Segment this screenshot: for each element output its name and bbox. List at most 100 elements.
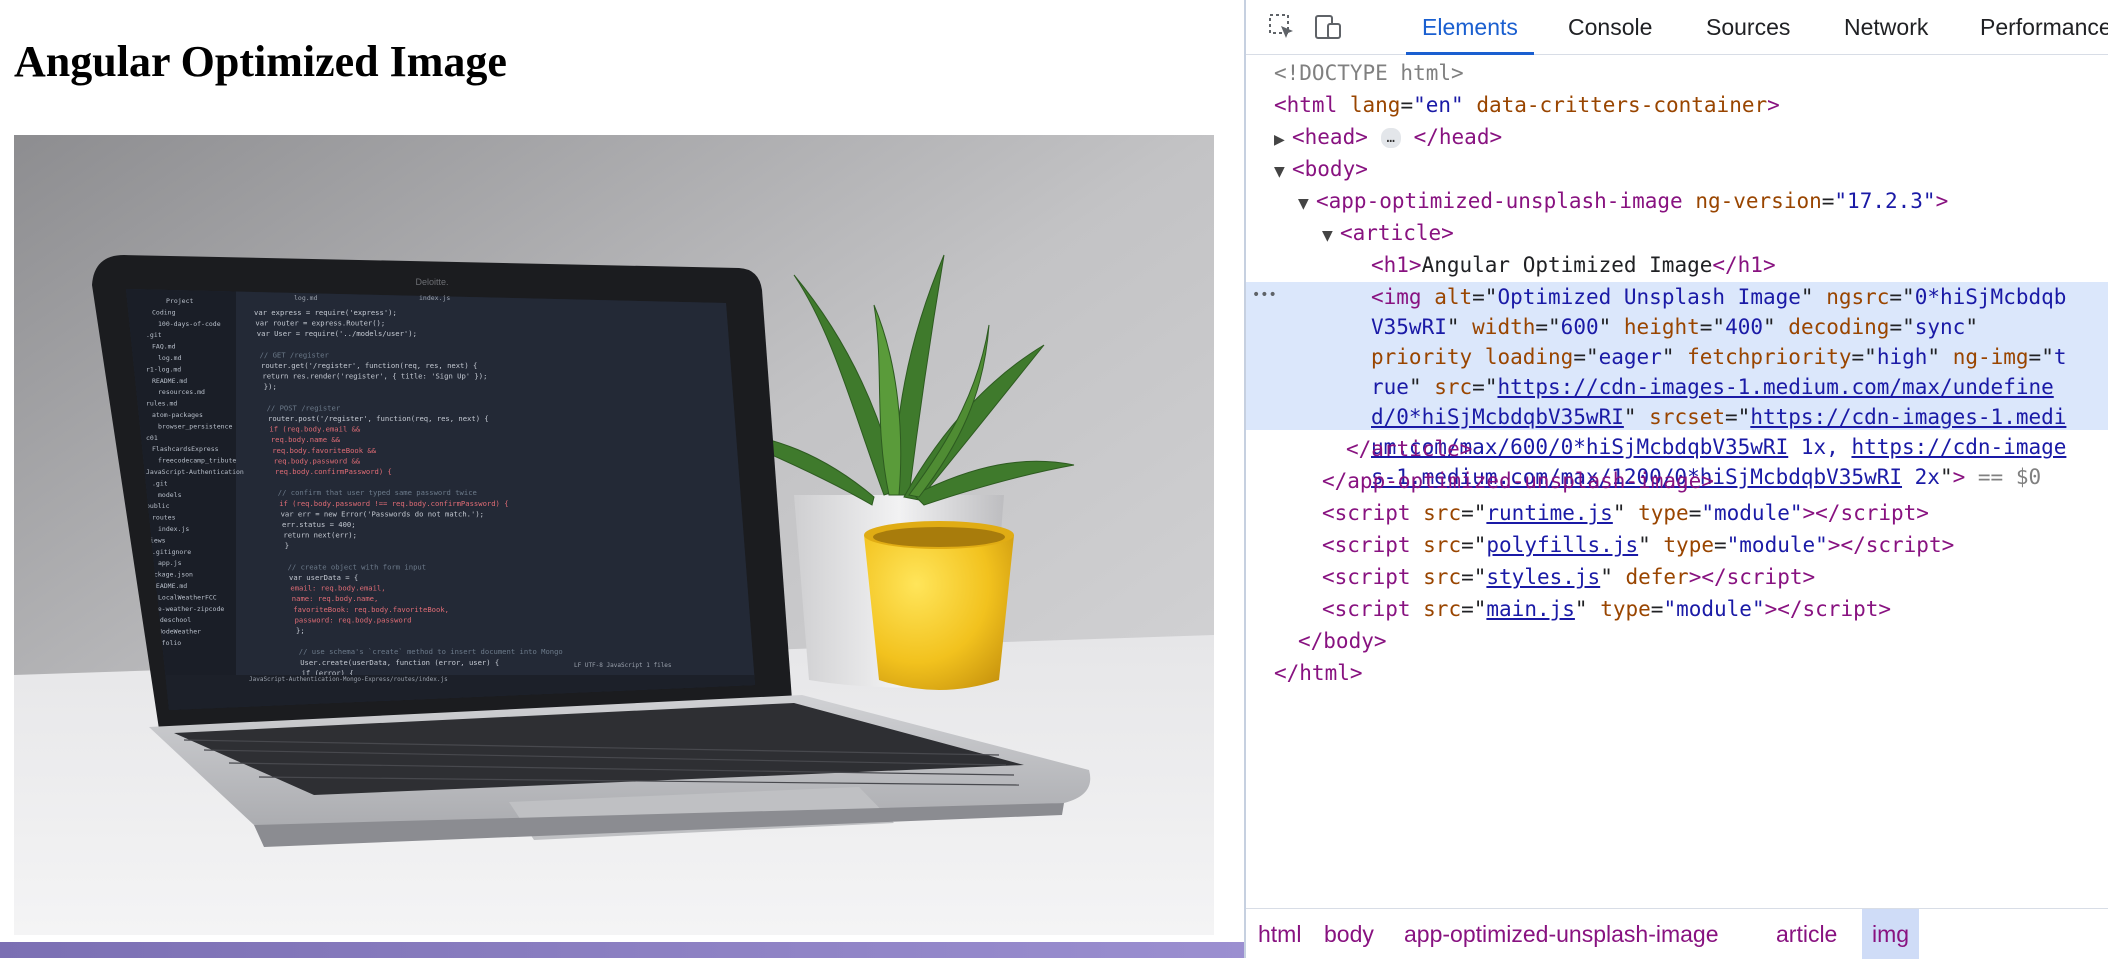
app-node[interactable]: ▼ <app-optimized-unsplash-image ng-versio… xyxy=(1298,186,1948,216)
doctype-node[interactable]: <!DOCTYPE html> xyxy=(1274,58,1464,88)
photo-status-right: LF UTF-8 JavaScript 1 files xyxy=(574,662,672,669)
photo-sidebar-item: .git xyxy=(146,331,162,339)
photo-code-line: password: req.body.password xyxy=(295,615,412,624)
attribute-link[interactable]: https://cdn-image xyxy=(1851,435,2066,459)
body-node[interactable]: ▼ <body> xyxy=(1274,154,1368,184)
app-close: </app-optimized-unsplash-image> xyxy=(1322,469,1714,493)
h1-node[interactable]: <h1>Angular Optimized Image</h1> xyxy=(1371,250,1776,280)
photo-code-line: return res.render('register', { title: '… xyxy=(262,372,487,381)
photo-sidebar-item: FlashcardsExpress xyxy=(152,445,219,453)
node-token: " xyxy=(1927,345,1953,369)
node-token: alt xyxy=(1434,285,1473,309)
photo-sidebar-item: atom-packages xyxy=(152,411,203,419)
script-runtime[interactable]: <script src="runtime.js" type="module"><… xyxy=(1322,498,1929,528)
photo-code-line: }; xyxy=(296,626,305,635)
tab-console[interactable]: Console xyxy=(1552,0,1668,52)
collapse-triangle-icon[interactable]: ▼ xyxy=(1274,157,1292,187)
tab-sources[interactable]: Sources xyxy=(1690,0,1806,52)
photo-bezel-label: Deloitte. xyxy=(415,277,448,287)
node-token: V35wRI xyxy=(1371,315,1447,339)
photo-code-line: router.post('/register', function(req, r… xyxy=(268,414,489,423)
node-token: " xyxy=(1800,285,1827,309)
script-polyfills[interactable]: <script src="polyfills.js" type="module"… xyxy=(1322,530,1954,560)
photo-code-line: }); xyxy=(264,382,277,391)
photo-code-line: if (req.body.email && xyxy=(269,425,361,434)
body-close: </body> xyxy=(1298,629,1387,653)
node-token: =" xyxy=(1851,345,1877,369)
photo-editor-tab: index.js xyxy=(419,294,450,302)
attribute-link[interactable]: https://cdn-images-1.medi xyxy=(1750,405,2066,429)
script-main[interactable]: <script src="main.js" type="module"></sc… xyxy=(1322,594,1891,624)
node-token: " xyxy=(1763,315,1789,339)
photo-sidebar-item: README.md xyxy=(152,377,187,385)
photo-sidebar-item: c01 xyxy=(146,434,158,442)
article-node[interactable]: ▼ <article> xyxy=(1322,218,1454,248)
node-token: 0*hiSjMcbdqb xyxy=(1914,285,2067,309)
node-token xyxy=(1472,345,1485,369)
collapse-triangle-icon[interactable]: ▼ xyxy=(1298,189,1316,219)
window-edge xyxy=(0,942,1244,958)
node-token: t xyxy=(2053,345,2067,369)
ellipsis-badge[interactable]: … xyxy=(1380,128,1401,148)
node-token: " xyxy=(1446,315,1473,339)
node-token: src xyxy=(1434,375,1473,399)
photo-sidebar-item: routes xyxy=(152,514,176,522)
node-token: ngsrc xyxy=(1826,285,1890,309)
img-node-line[interactable]: d/0*hiSjMcbdqbV35wRI" srcset="https://cd… xyxy=(1371,402,2066,432)
img-node-line[interactable]: V35wRI" width="600" height="400" decodin… xyxy=(1371,312,1978,342)
photo-code-line: // POST /register xyxy=(267,403,341,412)
device-toolbar-icon[interactable] xyxy=(1310,10,1346,44)
photo-code-line: req.body.confirmPassword) { xyxy=(275,467,392,476)
node-token: width xyxy=(1472,315,1536,339)
breadcrumb-app[interactable]: app-optimized-unsplash-image xyxy=(1394,909,1729,959)
photo-code-line: email: req.body.email, xyxy=(290,584,385,593)
photo-sidebar-item: public xyxy=(146,502,170,510)
breadcrumb-body[interactable]: body xyxy=(1314,909,1384,959)
photo-code-line: favoriteBook: req.body.favoriteBook, xyxy=(293,605,449,614)
breadcrumb-html[interactable]: html xyxy=(1248,909,1311,959)
img-node-line[interactable]: priority loading="eager" fetchpriority="… xyxy=(1371,342,2067,372)
photo-sidebar-item: Coding xyxy=(152,308,176,316)
attribute-link[interactable]: d/0*hiSjMcbdqbV35wRI xyxy=(1371,405,1624,429)
head-node[interactable]: ▶ <head> … </head> xyxy=(1274,122,1502,152)
node-token: decoding xyxy=(1788,315,1890,339)
collapse-triangle-icon[interactable]: ▼ xyxy=(1322,221,1340,251)
photo-sidebar-item: rules.md xyxy=(146,400,177,408)
node-token: " xyxy=(1965,315,1978,339)
node-token: " xyxy=(1408,375,1435,399)
img-node-line[interactable]: rue" src="https://cdn-images-1.medium.co… xyxy=(1371,372,2054,402)
row-actions-icon[interactable]: ••• xyxy=(1252,280,1277,310)
photo-code-line: var express = require('express'); xyxy=(254,308,397,317)
inspect-element-icon[interactable] xyxy=(1264,10,1300,44)
node-token: =" xyxy=(1472,285,1498,309)
breadcrumb-article[interactable]: article xyxy=(1766,909,1847,959)
photo-code-line: if (req.body.password !== req.body.confi… xyxy=(279,499,508,508)
tab-performance[interactable]: Performance xyxy=(1964,0,2108,52)
photo-code-line: var err = new Error('Passwords do not ma… xyxy=(281,509,484,518)
photo-code-line: // GET /register xyxy=(260,350,330,359)
photo-code-line: // use schema's `create` method to inser… xyxy=(299,647,563,656)
img-node-line[interactable]: um.com/max/600/0*hiSjMcbdqbV35wRI 1x, ht… xyxy=(1371,432,2066,462)
expand-triangle-icon[interactable]: ▶ xyxy=(1274,125,1292,155)
img-node-line[interactable]: <img alt="Optimized Unsplash Image" ngsr… xyxy=(1371,282,2066,312)
node-token: Optimized Unsplash Image xyxy=(1497,285,1801,309)
photo-code-line: var userData = { xyxy=(289,573,358,582)
script-styles[interactable]: <script src="styles.js" defer></script> xyxy=(1322,562,1815,592)
photo-code-line: req.body.password && xyxy=(274,456,361,465)
tab-elements[interactable]: Elements xyxy=(1406,0,1534,55)
photo-sidebar-item: 100-days-of-code xyxy=(158,320,221,328)
devtools-toolbar: Elements Console Sources Network Perform… xyxy=(1246,0,2108,55)
photo-code-line: var User = require('../models/user'); xyxy=(257,329,417,338)
html-node[interactable]: <html lang="en" data-critters-container> xyxy=(1274,90,1780,120)
tab-network[interactable]: Network xyxy=(1828,0,1944,52)
node-token: " xyxy=(1939,465,1953,489)
laptop-photo: Project Coding 100-days-of-code .git FAQ.md l… xyxy=(14,135,1214,935)
node-token: > xyxy=(1952,465,1966,489)
photo-sidebar-item: .git xyxy=(152,479,168,487)
attribute-link[interactable]: https://cdn-images-1.medium.com/max/unde… xyxy=(1497,375,2053,399)
node-token: =" xyxy=(1889,315,1915,339)
photo-code-line: router.get('/register', function(req, re… xyxy=(261,361,477,370)
breadcrumb-img[interactable]: img xyxy=(1862,909,1920,959)
photo-sidebar-item: NodeWeather xyxy=(158,628,201,636)
node-token: loading xyxy=(1484,345,1574,369)
